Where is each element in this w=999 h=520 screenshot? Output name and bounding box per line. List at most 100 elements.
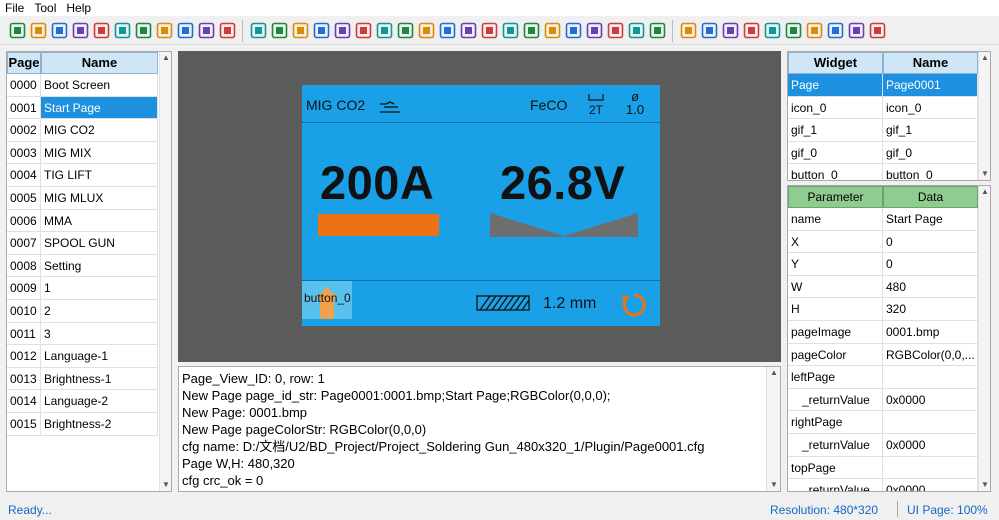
en-keyboard-icon[interactable] bbox=[176, 21, 195, 40]
log-scrollbar[interactable]: ▲ ▼ bbox=[766, 367, 780, 491]
parameter-value[interactable]: 320 bbox=[883, 298, 978, 321]
layers-icon[interactable] bbox=[134, 21, 153, 40]
page-row[interactable]: 0008 Setting bbox=[7, 254, 171, 278]
tree-icon[interactable] bbox=[92, 21, 111, 40]
line-icon[interactable] bbox=[585, 21, 604, 40]
page-row[interactable]: 0001 Start Page bbox=[7, 96, 171, 120]
circle-icon[interactable] bbox=[543, 21, 562, 40]
menu-file[interactable]: File bbox=[0, 0, 29, 16]
page-row[interactable]: 0011 3 bbox=[7, 322, 171, 346]
cn-keyboard-icon[interactable] bbox=[197, 21, 216, 40]
spread-icon[interactable] bbox=[826, 21, 845, 40]
parameter-row[interactable]: H 320 bbox=[788, 298, 990, 321]
page-row[interactable]: 0006 MMA bbox=[7, 209, 171, 233]
parameter-value[interactable]: 0001.bmp bbox=[883, 320, 978, 344]
parameter-value[interactable] bbox=[883, 411, 978, 434]
wav-icon[interactable] bbox=[438, 21, 457, 40]
header-name[interactable]: Name bbox=[41, 52, 158, 74]
progress-icon[interactable] bbox=[480, 21, 499, 40]
camera-icon[interactable] bbox=[648, 21, 667, 40]
parameter-value[interactable]: 0x0000 bbox=[883, 388, 978, 412]
text-icon[interactable] bbox=[249, 21, 268, 40]
parameter-row[interactable]: name Start Page bbox=[788, 208, 990, 231]
log-output[interactable]: Page_View_ID: 0, row: 1 New Page page_id_… bbox=[178, 366, 781, 492]
scroll-up-icon[interactable]: ▲ bbox=[979, 186, 990, 198]
widget-list-scrollbar[interactable]: ▲ ▼ bbox=[978, 52, 990, 180]
zoom-icon[interactable] bbox=[868, 21, 887, 40]
parameter-value[interactable]: Start Page bbox=[883, 208, 978, 231]
header-widget-name[interactable]: Name bbox=[883, 52, 978, 74]
header-data[interactable]: Data bbox=[883, 186, 978, 208]
gauge-icon[interactable] bbox=[501, 21, 520, 40]
parameter-row[interactable]: pageColor RGBColor(0,0,... bbox=[788, 343, 990, 367]
page-row[interactable]: 0002 MIG CO2 bbox=[7, 119, 171, 142]
palette-icon[interactable] bbox=[113, 21, 132, 40]
scroll-down-icon[interactable]: ▼ bbox=[979, 479, 990, 491]
widget-row[interactable]: gif_0 gif_0 bbox=[788, 141, 990, 165]
gif-icon[interactable] bbox=[396, 21, 415, 40]
parameter-value[interactable]: 0x0000 bbox=[883, 433, 978, 457]
widget-row[interactable]: gif_1 gif_1 bbox=[788, 119, 990, 142]
vcenter-icon[interactable] bbox=[784, 21, 803, 40]
scroll-up-icon[interactable]: ▲ bbox=[160, 52, 171, 64]
parameter-value[interactable] bbox=[883, 366, 978, 389]
parameter-row[interactable]: _returnValue 0x0000 bbox=[788, 433, 990, 457]
design-canvas[interactable]: MIG CO2 FeCO 2T ø 1.0 200A 26.8V button_… bbox=[178, 51, 781, 362]
parameter-row[interactable]: Y0 bbox=[788, 253, 990, 276]
video-icon[interactable] bbox=[627, 21, 646, 40]
number-icon[interactable] bbox=[291, 21, 310, 40]
scroll-down-icon[interactable]: ▼ bbox=[160, 479, 171, 491]
page-row[interactable]: 0007 SPOOL GUN bbox=[7, 232, 171, 255]
parameter-value[interactable]: 480 bbox=[883, 275, 978, 299]
page-row[interactable]: 0015 Brightness-2 bbox=[7, 412, 171, 436]
picture-icon[interactable] bbox=[312, 21, 331, 40]
button-0[interactable]: button_0 bbox=[302, 281, 352, 319]
parameter-row[interactable]: W 480 bbox=[788, 275, 990, 299]
header-widget[interactable]: Widget bbox=[788, 52, 883, 74]
qr-icon[interactable] bbox=[417, 21, 436, 40]
widget-row[interactable]: icon_0 icon_0 bbox=[788, 96, 990, 120]
parameter-value[interactable]: 0x0000 bbox=[883, 479, 978, 491]
fit-icon[interactable] bbox=[805, 21, 824, 40]
dist-icon[interactable] bbox=[847, 21, 866, 40]
alarm-icon[interactable] bbox=[375, 21, 394, 40]
menu-help[interactable]: Help bbox=[61, 0, 96, 16]
hcenter-icon[interactable] bbox=[763, 21, 782, 40]
time-icon[interactable] bbox=[354, 21, 373, 40]
parameter-value[interactable]: RGBColor(0,0,... bbox=[883, 343, 978, 367]
parameter-row[interactable]: _returnValue 0x0000 bbox=[788, 388, 990, 412]
parameter-row[interactable]: _returnValue 0x0000 bbox=[788, 479, 990, 491]
scroll-down-icon[interactable]: ▼ bbox=[767, 479, 780, 491]
ab-icon[interactable] bbox=[522, 21, 541, 40]
parameter-row[interactable]: pageImage 0001.bmp bbox=[788, 320, 990, 344]
header-parameter[interactable]: Parameter bbox=[788, 186, 883, 208]
grid-icon[interactable] bbox=[71, 21, 90, 40]
parameter-row[interactable]: X0 bbox=[788, 230, 990, 254]
widget-row[interactable]: button_0 button_0 bbox=[788, 164, 990, 180]
parameter-scrollbar[interactable]: ▲ ▼ bbox=[978, 186, 990, 491]
page-row[interactable]: 0009 1 bbox=[7, 277, 171, 300]
page-row[interactable]: 0013 Brightness-1 bbox=[7, 367, 171, 391]
page-row[interactable]: 0000 Boot Screen bbox=[7, 74, 171, 97]
page-row[interactable]: 0010 2 bbox=[7, 299, 171, 323]
page-row[interactable]: 0004 TIG LIFT bbox=[7, 164, 171, 187]
reset-icon[interactable] bbox=[620, 291, 648, 319]
widget-row[interactable]: Page Page0001 bbox=[788, 74, 990, 97]
slider-icon[interactable] bbox=[459, 21, 478, 40]
parameter-row[interactable]: leftPage bbox=[788, 366, 990, 389]
edit-icon[interactable] bbox=[564, 21, 583, 40]
image-icon[interactable] bbox=[270, 21, 289, 40]
page-preview[interactable]: MIG CO2 FeCO 2T ø 1.0 200A 26.8V button_… bbox=[302, 85, 660, 326]
page-list-scrollbar[interactable]: ▲ ▼ bbox=[159, 52, 171, 491]
scroll-down-icon[interactable]: ▼ bbox=[979, 168, 990, 180]
align-bottom-icon[interactable] bbox=[742, 21, 761, 40]
parameter-value[interactable]: 0 bbox=[883, 230, 978, 254]
align-top-icon[interactable] bbox=[721, 21, 740, 40]
clock-icon[interactable] bbox=[333, 21, 352, 40]
scroll-up-icon[interactable]: ▲ bbox=[767, 367, 780, 379]
keyboard-icon[interactable] bbox=[155, 21, 174, 40]
kr-keyboard-icon[interactable] bbox=[218, 21, 237, 40]
chart-icon[interactable] bbox=[606, 21, 625, 40]
page-row[interactable]: 0014 Language-2 bbox=[7, 390, 171, 413]
parameter-value[interactable] bbox=[883, 456, 978, 480]
